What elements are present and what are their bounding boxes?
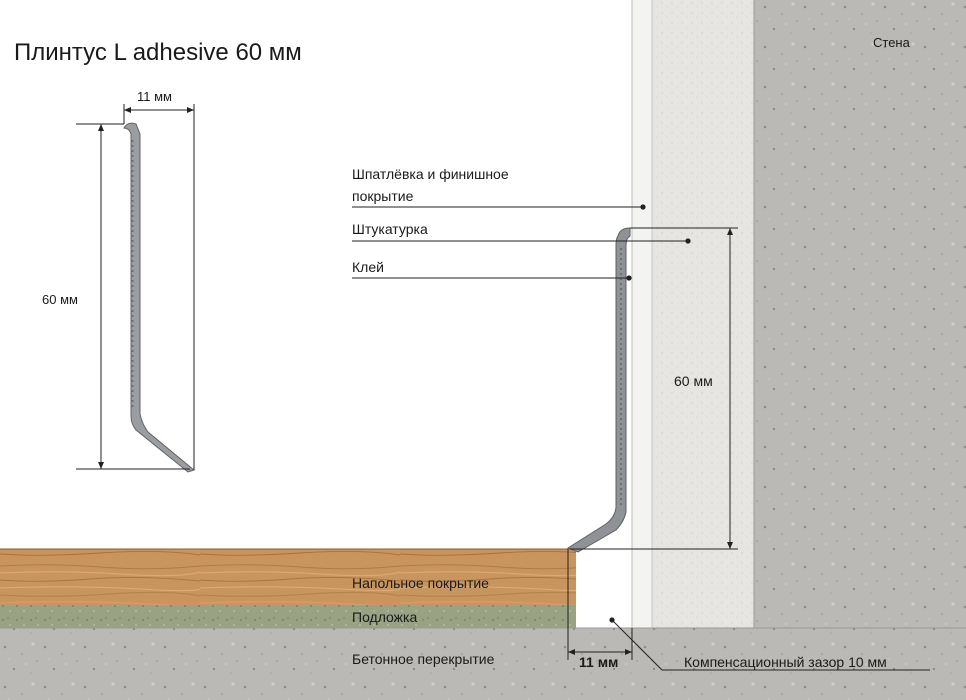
flooring-layer bbox=[0, 549, 576, 605]
finish-label-line1: Шпатлёвка и финишное bbox=[352, 166, 509, 182]
diagram-canvas: Плинтус L adhesive 60 мм 11 мм 60 мм Сте… bbox=[0, 0, 966, 700]
wall-label: Стена bbox=[873, 35, 911, 50]
underlay-label: Подложка bbox=[352, 609, 417, 625]
diagram-title: Плинтус L adhesive 60 мм bbox=[14, 39, 302, 66]
finish-label-line2: покрытие bbox=[352, 188, 414, 204]
underlay-layer bbox=[0, 605, 576, 628]
profile-height-label: 60 мм bbox=[42, 292, 78, 307]
glue-label: Клей bbox=[352, 259, 384, 275]
plaster-layer bbox=[652, 0, 754, 628]
gap-width-label: 11 мм bbox=[579, 654, 618, 670]
profile-width-label: 11 мм bbox=[137, 89, 172, 104]
flooring-label: Напольное покрытие bbox=[352, 575, 489, 591]
comp-gap-label: Компенсационный зазор 10 мм bbox=[684, 654, 887, 670]
finish-layer bbox=[632, 0, 652, 628]
slab-label: Бетонное перекрытие bbox=[352, 651, 495, 667]
section-height-label: 60 мм bbox=[674, 373, 713, 389]
concrete-wall bbox=[754, 0, 966, 628]
plaster-label: Штукатурка bbox=[352, 221, 428, 237]
profile-cross-section bbox=[123, 122, 196, 473]
diagram-stage: Плинтус L adhesive 60 мм 11 мм 60 мм Сте… bbox=[0, 0, 966, 700]
